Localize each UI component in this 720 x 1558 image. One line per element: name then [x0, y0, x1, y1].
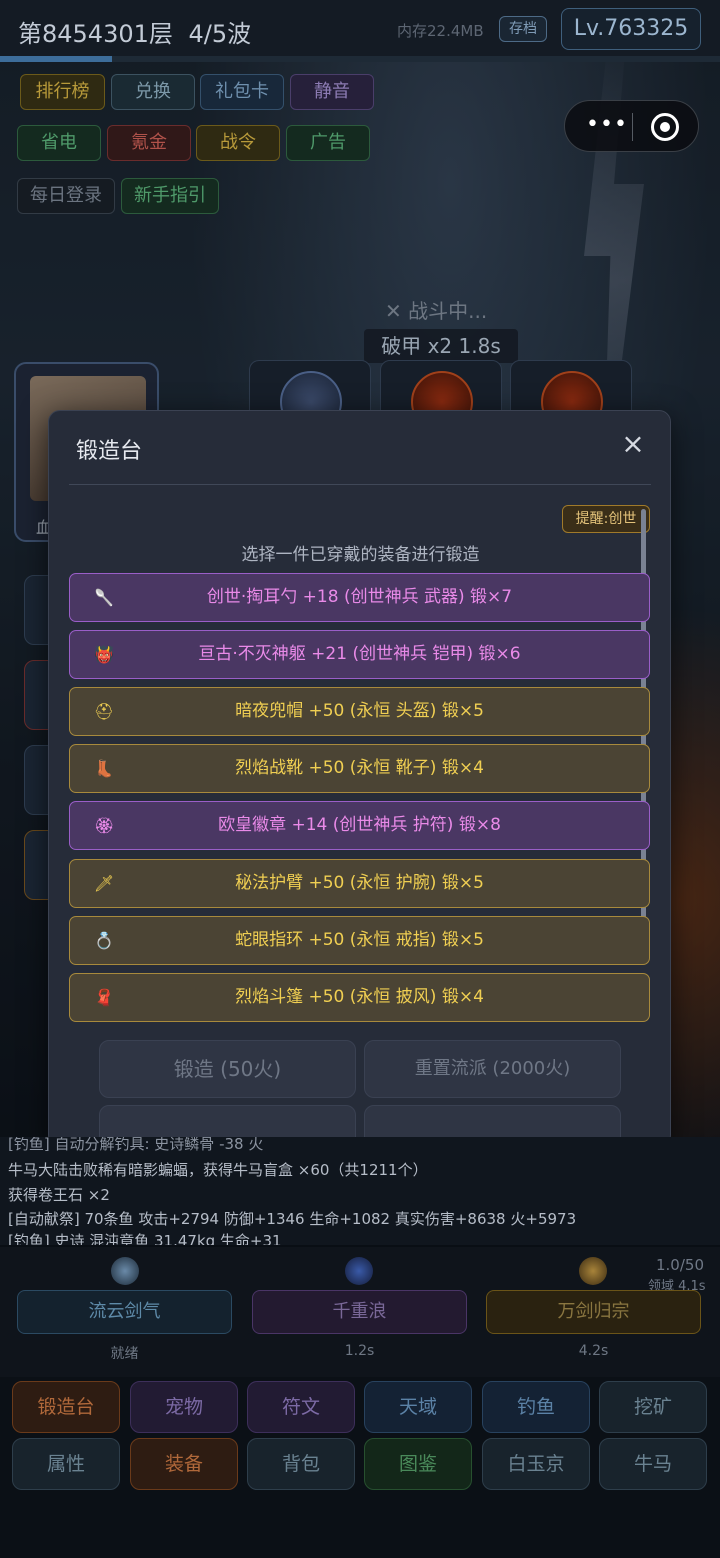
skill-thousand-waves-button[interactable]: 千重浪 — [252, 1290, 467, 1334]
gift-card-button[interactable]: 礼包卡 — [200, 74, 284, 110]
log-line: [钓鱼] 自动分解钓具: 史诗鳞骨 -38 火 — [8, 1137, 264, 1153]
equipment-label: 烈焰斗篷 +50 (永恒 披风) 锻×4 — [235, 986, 484, 1007]
nav-button[interactable]: 背包 — [247, 1438, 355, 1490]
equipment-row[interactable]: 🧣 烈焰斗篷 +50 (永恒 披风) 锻×4 — [69, 972, 650, 1022]
log-line: [钓鱼] 史诗 混沌章鱼 31.47kg 生命+31 — [8, 1232, 282, 1245]
modal-divider — [69, 484, 651, 485]
equipment-row[interactable]: 👹 亘古·不灭神躯 +21 (创世神兵 铠甲) 锻×6 — [69, 630, 650, 680]
battle-log: [钓鱼] 自动分解钓具: 史诗鳞骨 -38 火 牛马大陆击败稀有暗影蝙蝠，获得牛… — [0, 1137, 720, 1245]
close-icon[interactable]: × — [619, 430, 647, 459]
nav-button[interactable]: 挖矿 — [599, 1381, 707, 1433]
nav-button[interactable]: 白玉京 — [482, 1438, 590, 1490]
wave-progress-bar — [0, 56, 720, 62]
skill-ten-thousand-swords-button[interactable]: 万剑归宗 — [486, 1290, 701, 1334]
log-line: [自动献祭] 70条鱼 攻击+2794 防御+1346 生命+1082 真实伤害… — [8, 1210, 577, 1228]
miniprogram-capsule: ••• — [564, 100, 699, 152]
battle-status: ✕ 战斗中... — [385, 299, 488, 323]
bracer-icon: 🗡 — [93, 873, 115, 893]
ear-pick-icon: 🥄 — [94, 588, 114, 607]
nav-button[interactable]: 符文 — [247, 1381, 355, 1433]
cloak-icon: 🧣 — [94, 987, 114, 1007]
nav-button[interactable]: 图鉴 — [364, 1438, 472, 1490]
bottom-nav: 锻造台 宠物 符文 天域 钓鱼 挖矿 属性 装备 背包 图鉴 白玉京 牛马 — [0, 1377, 720, 1558]
log-line: 获得卷王石 ×2 — [8, 1186, 110, 1204]
equipment-label: 烈焰战靴 +50 (永恒 靴子) 锻×4 — [235, 758, 484, 779]
floor-wave-title: 第8454301层 4/5波 — [18, 14, 251, 49]
wave-progress-fill — [0, 56, 112, 62]
daily-login-button[interactable]: 每日登录 — [17, 178, 115, 214]
top-bar: 第8454301层 4/5波 内存22.4MB 存档 Lv.763325 — [0, 0, 720, 58]
equipment-row[interactable]: 💍 蛇眼指环 +50 (永恒 戒指) 锻×5 — [69, 915, 650, 965]
equipment-row[interactable]: ⛑ 暗夜兜帽 +50 (永恒 头盔) 锻×5 — [69, 687, 650, 737]
close-miniprogram-icon[interactable] — [651, 113, 679, 141]
nav-button[interactable]: 钓鱼 — [482, 1381, 590, 1433]
nav-button[interactable]: 牛马 — [599, 1438, 707, 1490]
capsule-separator — [632, 113, 633, 141]
forge-modal: 锻造台 × 提醒:创世 选择一件已穿戴的装备进行锻造 🥄 创世·掏耳勺 +18 (… — [48, 410, 671, 1147]
wave-icon — [345, 1257, 373, 1285]
more-icon[interactable]: ••• — [585, 114, 629, 137]
skill-cooldown: 1.2s — [344, 1343, 375, 1359]
skill-bar: 1.0/50 领域 4.1s 流云剑气 千重浪 万剑归宗 就绪 1.2s 4.2… — [0, 1247, 720, 1377]
exchange-button[interactable]: 兑换 — [111, 74, 195, 110]
equipment-row[interactable]: 🗡 秘法护臂 +50 (永恒 护腕) 锻×5 — [69, 858, 650, 908]
wind-blade-icon — [111, 1257, 139, 1285]
skill-flowing-cloud-button[interactable]: 流云剑气 — [17, 1290, 232, 1334]
skill-cooldown: 4.2s — [578, 1343, 609, 1359]
sword-icon — [579, 1257, 607, 1285]
nav-button[interactable]: 属性 — [12, 1438, 120, 1490]
skill-status: 就绪 — [110, 1346, 139, 1362]
nav-button[interactable]: 锻造台 — [12, 1381, 120, 1433]
hint-badge[interactable]: 提醒:创世 — [562, 505, 650, 533]
equipment-label: 秘法护臂 +50 (永恒 护腕) 锻×5 — [235, 872, 484, 893]
forge-button[interactable]: 锻造 (50火) — [99, 1040, 356, 1098]
armor-break-buff: 破甲 x2 1.8s — [364, 329, 518, 363]
mute-button[interactable]: 静音 — [290, 74, 374, 110]
equipment-label: 暗夜兜帽 +50 (永恒 头盔) 锻×5 — [235, 701, 484, 722]
skill-counter: 1.0/50 — [656, 1256, 704, 1274]
battle-pass-button[interactable]: 战令 — [196, 125, 280, 161]
modal-title: 锻造台 — [76, 439, 143, 464]
modal-subtitle: 选择一件已穿戴的装备进行锻造 — [241, 545, 480, 565]
equipment-label: 蛇眼指环 +50 (永恒 戒指) 锻×5 — [235, 929, 484, 950]
equipment-row[interactable]: 🏵 欧皇徽章 +14 (创世神兵 护符) 锻×8 — [69, 801, 650, 851]
equipment-label: 亘古·不灭神躯 +21 (创世神兵 铠甲) 锻×6 — [198, 644, 521, 665]
ring-icon: 💍 — [94, 930, 114, 950]
equipment-label: 欧皇徽章 +14 (创世神兵 护符) 锻×8 — [218, 815, 501, 836]
log-line: 牛马大陆击败稀有暗影蝙蝠，获得牛马盲盒 ×60（共1211个） — [8, 1161, 428, 1179]
tutorial-button[interactable]: 新手指引 — [121, 178, 219, 214]
nav-button[interactable]: 宠物 — [130, 1381, 238, 1433]
helmet-icon: ⛑ — [93, 702, 115, 722]
save-button[interactable]: 存档 — [499, 16, 547, 42]
equipment-label: 创世·掏耳勺 +18 (创世神兵 武器) 锻×7 — [206, 587, 513, 607]
level-badge[interactable]: Lv.763325 — [561, 8, 701, 50]
boot-icon: 👢 — [94, 759, 114, 779]
recharge-button[interactable]: 氪金 — [107, 125, 191, 161]
floor-label: 第8454301层 — [18, 20, 173, 48]
nav-button[interactable]: 天域 — [364, 1381, 472, 1433]
equipment-row[interactable]: 🥄 创世·掏耳勺 +18 (创世神兵 武器) 锻×7 — [69, 573, 650, 622]
power-save-button[interactable]: 省电 — [17, 125, 101, 161]
nav-button[interactable]: 装备 — [130, 1438, 238, 1490]
leaderboard-button[interactable]: 排行榜 — [20, 74, 105, 110]
demon-armor-icon: 👹 — [94, 645, 114, 665]
reset-school-button[interactable]: 重置流派 (2000火) — [364, 1040, 621, 1098]
badge-icon: 🏵 — [93, 816, 115, 836]
equipment-row[interactable]: 👢 烈焰战靴 +50 (永恒 靴子) 锻×4 — [69, 744, 650, 794]
memory-usage: 内存22.4MB — [397, 22, 484, 40]
ads-button[interactable]: 广告 — [286, 125, 370, 161]
wave-label: 4/5波 — [188, 20, 252, 48]
